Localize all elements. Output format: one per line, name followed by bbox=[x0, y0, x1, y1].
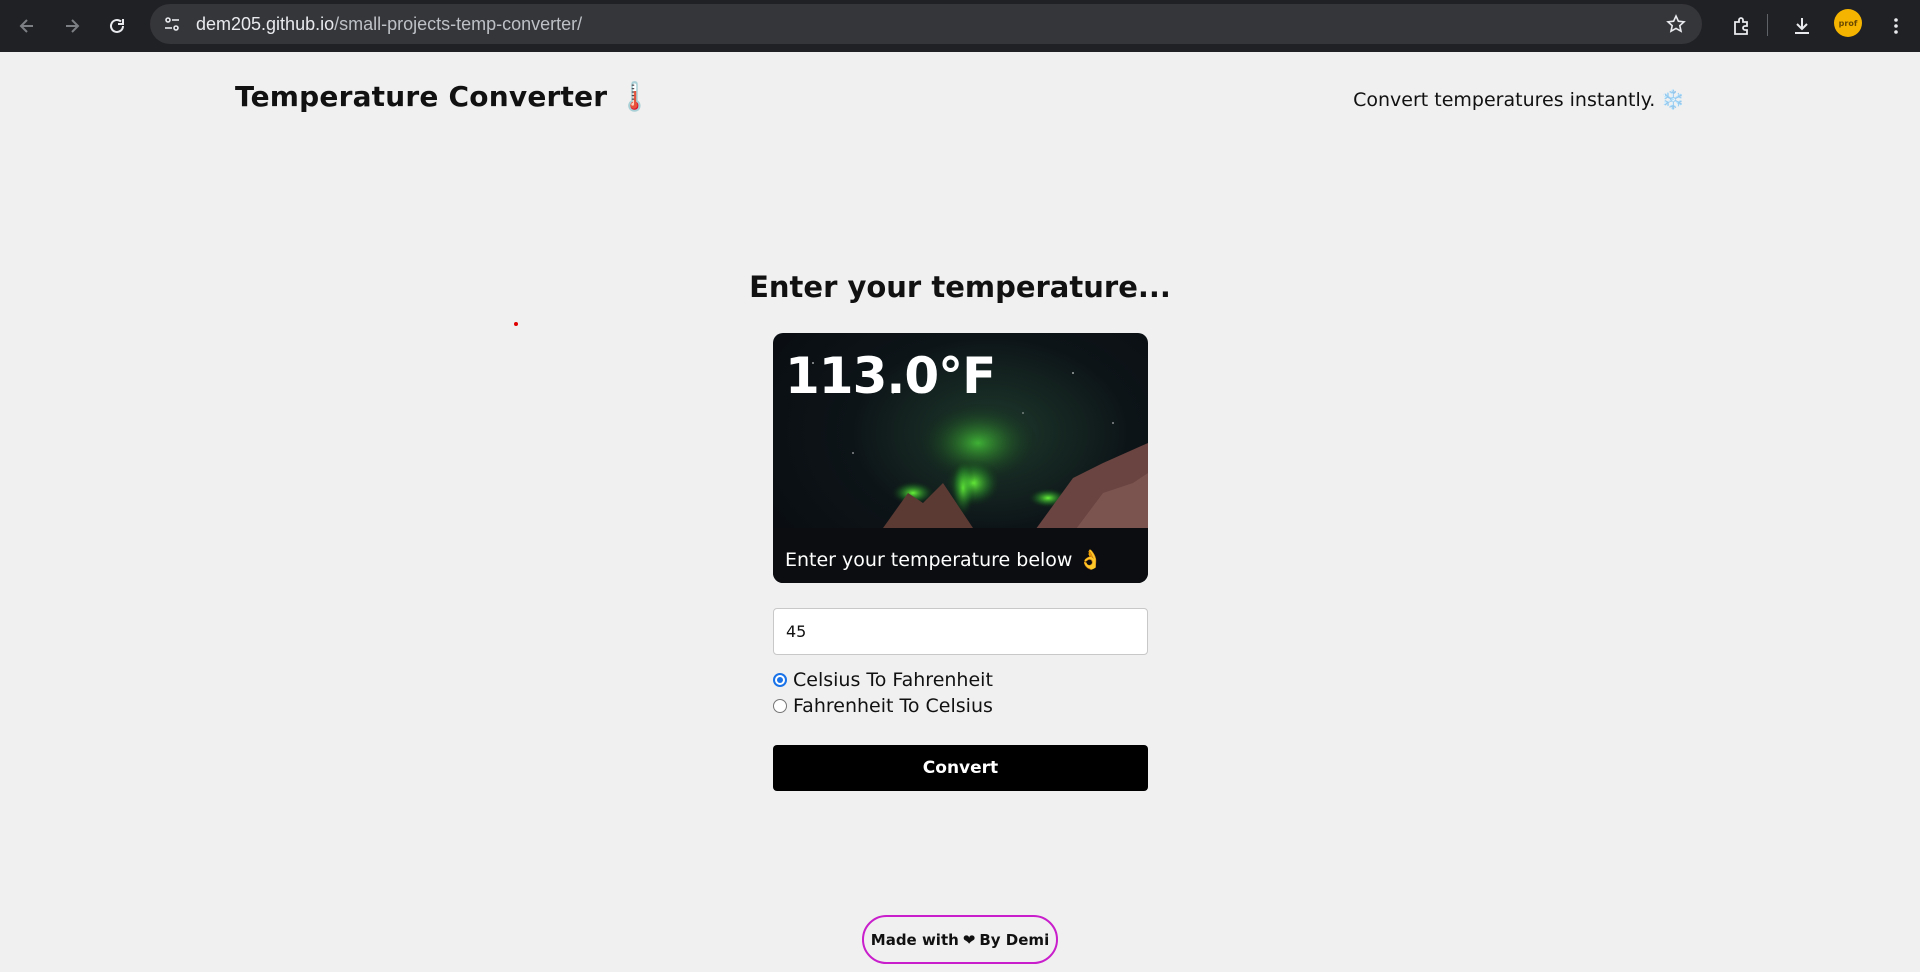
converted-temperature: 113.0°F bbox=[785, 347, 996, 405]
footer-author: By Demi bbox=[979, 930, 1050, 949]
reload-icon[interactable] bbox=[97, 6, 137, 46]
card-hint-text: Enter your temperature below 👌 bbox=[785, 549, 1103, 571]
option-label: Fahrenheit To Celsius bbox=[793, 695, 993, 717]
page-content: Temperature Converter 🌡️ Convert tempera… bbox=[0, 52, 1920, 972]
address-bar[interactable]: dem205.github.io/small-projects-temp-con… bbox=[150, 4, 1702, 44]
site-title: Temperature Converter 🌡️ bbox=[235, 80, 653, 113]
cursor-dot bbox=[514, 322, 518, 326]
heart-icon: ❤ bbox=[962, 930, 976, 949]
site-tagline: Convert temperatures instantly. ❄️ bbox=[1353, 89, 1685, 111]
option-fahrenheit-to-celsius[interactable]: Fahrenheit To Celsius bbox=[773, 695, 993, 717]
menu-icon[interactable] bbox=[1876, 6, 1916, 46]
extensions-icon[interactable] bbox=[1722, 6, 1762, 46]
option-celsius-to-fahrenheit[interactable]: Celsius To Fahrenheit bbox=[773, 669, 993, 691]
footer-made-with: Made with bbox=[870, 930, 959, 949]
url-path: /small-projects-temp-converter/ bbox=[334, 13, 583, 34]
url-host: dem205.github.io bbox=[196, 13, 335, 34]
download-icon[interactable] bbox=[1782, 6, 1822, 46]
radio-celsius-to-fahrenheit[interactable] bbox=[773, 673, 787, 687]
toolbar-divider bbox=[1767, 14, 1768, 36]
temperature-input[interactable] bbox=[773, 608, 1148, 655]
convert-button[interactable]: Convert bbox=[773, 745, 1148, 791]
site-info-icon[interactable] bbox=[156, 8, 188, 40]
result-card: 113.0°F Enter your temperature below 👌 bbox=[773, 333, 1148, 583]
profile-avatar[interactable]: prof bbox=[1834, 9, 1862, 37]
option-label: Celsius To Fahrenheit bbox=[793, 669, 993, 691]
url-text: dem205.github.io/small-projects-temp-con… bbox=[196, 14, 582, 35]
browser-toolbar: dem205.github.io/small-projects-temp-con… bbox=[0, 0, 1920, 52]
footer-badge[interactable]: Made with ❤ By Demi bbox=[862, 915, 1058, 964]
main-heading: Enter your temperature... bbox=[749, 270, 1171, 304]
radio-fahrenheit-to-celsius[interactable] bbox=[773, 699, 787, 713]
forward-icon[interactable] bbox=[52, 6, 92, 46]
back-icon[interactable] bbox=[7, 6, 47, 46]
star-icon[interactable] bbox=[1664, 12, 1688, 36]
